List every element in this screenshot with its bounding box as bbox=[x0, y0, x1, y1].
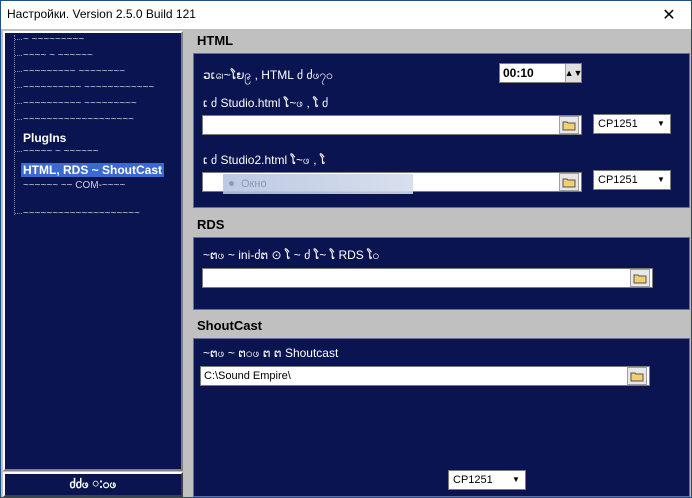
shoutcast-section-header: ShoutCast bbox=[191, 316, 691, 336]
rds-browse-button[interactable] bbox=[630, 269, 650, 287]
close-button[interactable]: ✕ bbox=[647, 1, 691, 29]
file1-browse-button[interactable] bbox=[559, 116, 579, 134]
tree-connector bbox=[15, 213, 22, 214]
file2-encoding-value: CP1251 bbox=[598, 174, 638, 186]
title-bar: Настройки. Version 2.5.0 Build 121 ✕ bbox=[1, 1, 691, 29]
tree-item[interactable]: ~~~~~~~~~~~~~~~~~~~ bbox=[23, 113, 134, 127]
tree-connector bbox=[15, 119, 22, 120]
window-title: Настройки. Version 2.5.0 Build 121 bbox=[7, 7, 196, 21]
tree-item[interactable]: ~~~~~~ ~~ COM-~~~~ bbox=[23, 179, 125, 193]
client-area: ~ ~~~~~~~~~ ~~~~ ~ ~~~~~~ ~~~~~~~~~ ~~~~… bbox=[1, 29, 691, 497]
settings-tree[interactable]: ~ ~~~~~~~~~ ~~~~ ~ ~~~~~~ ~~~~~~~~~ ~~~~… bbox=[3, 31, 183, 471]
apply-button[interactable]: ძძဖ ៈ၀ဖ bbox=[3, 472, 183, 497]
tree-item[interactable]: ~~~~~ ~ ~~~~~~ bbox=[23, 145, 99, 159]
rds-section-header: RDS bbox=[191, 215, 691, 235]
rds-path-input[interactable] bbox=[202, 268, 653, 288]
interval-value: 00:10 bbox=[503, 66, 534, 80]
interval-spinner[interactable]: 00:10 ▲▼ bbox=[499, 63, 582, 83]
spin-updown-icon[interactable]: ▲▼ bbox=[565, 64, 582, 82]
rds-label: ~ຕဖ ~ ini-ძຕ ⊙ ໂ ~ ძ ໂ~ ໂ RDS ໂ၀ bbox=[203, 248, 380, 262]
folder-icon bbox=[562, 121, 576, 131]
tree-item[interactable]: ~~~~~~~~~ ~~~~~~~~ bbox=[23, 65, 125, 79]
tree-connector bbox=[15, 151, 22, 152]
tree-connector bbox=[15, 55, 22, 56]
file1-path-input[interactable] bbox=[202, 115, 582, 135]
settings-window: Настройки. Version 2.5.0 Build 121 ✕ ~ ~… bbox=[0, 0, 692, 498]
tree-connector-line bbox=[14, 35, 15, 215]
shoutcast-encoding-value: CP1251 bbox=[453, 474, 493, 486]
tree-connector bbox=[15, 87, 22, 88]
folder-icon bbox=[633, 274, 647, 284]
interval-label: ວເ၊ေ~ໂຍ၉ , HTML ძ ძဖ၇၀ bbox=[203, 68, 334, 82]
tree-connector bbox=[15, 39, 22, 40]
tree-connector bbox=[15, 71, 22, 72]
folder-icon bbox=[630, 372, 644, 382]
file2-encoding-select[interactable]: CP1251 ▼ bbox=[593, 170, 671, 190]
drag-ghost-window: Окно bbox=[223, 174, 413, 194]
chevron-down-icon: ▼ bbox=[657, 119, 665, 128]
ghost-text: Окно bbox=[241, 178, 267, 190]
file2-label: ເ ძ Studio2.html ໂ~ဖ , ໂ bbox=[203, 153, 326, 167]
tree-item[interactable]: ~~~~~~~~~~ ~~~~~~~~~~~~ bbox=[23, 81, 154, 95]
chevron-down-icon: ▼ bbox=[657, 175, 665, 184]
shoutcast-label: ~ຕဖ ~ ຕ၀ဖ ຕ ຕ Shoutcast bbox=[203, 346, 339, 360]
chevron-down-icon: ▼ bbox=[512, 475, 520, 484]
folder-icon bbox=[562, 178, 576, 188]
tree-item-html-rds-shoutcast[interactable]: HTML, RDS ~ ShoutCast bbox=[21, 163, 165, 177]
shoutcast-browse-button[interactable] bbox=[627, 367, 647, 385]
file2-browse-button[interactable] bbox=[559, 173, 579, 191]
tree-item[interactable]: ~ ~~~~~~~~~ bbox=[23, 33, 84, 47]
html-section-header: HTML bbox=[191, 31, 691, 51]
tree-item-plugins[interactable]: PlugIns bbox=[23, 131, 66, 145]
file1-encoding-value: CP1251 bbox=[598, 118, 638, 130]
tree-item[interactable]: ~~~~~~~~~~ ~~~~~~~~~ bbox=[23, 97, 137, 111]
tree-connector bbox=[15, 103, 22, 104]
file1-encoding-select[interactable]: CP1251 ▼ bbox=[593, 114, 671, 134]
shoutcast-encoding-select[interactable]: CP1251 ▼ bbox=[448, 470, 526, 490]
tree-item[interactable]: ~~~~~~~~~~~~~~~~~~~~ bbox=[23, 207, 140, 221]
shoutcast-path-input[interactable]: C:\Sound Empire\ bbox=[200, 366, 650, 386]
ghost-dot bbox=[229, 181, 234, 186]
file1-label: ເ ძ Studio.html ໂ~ဖ , ໂ ძ bbox=[203, 96, 329, 110]
tree-item[interactable]: ~~~~ ~ ~~~~~~ bbox=[23, 49, 93, 63]
